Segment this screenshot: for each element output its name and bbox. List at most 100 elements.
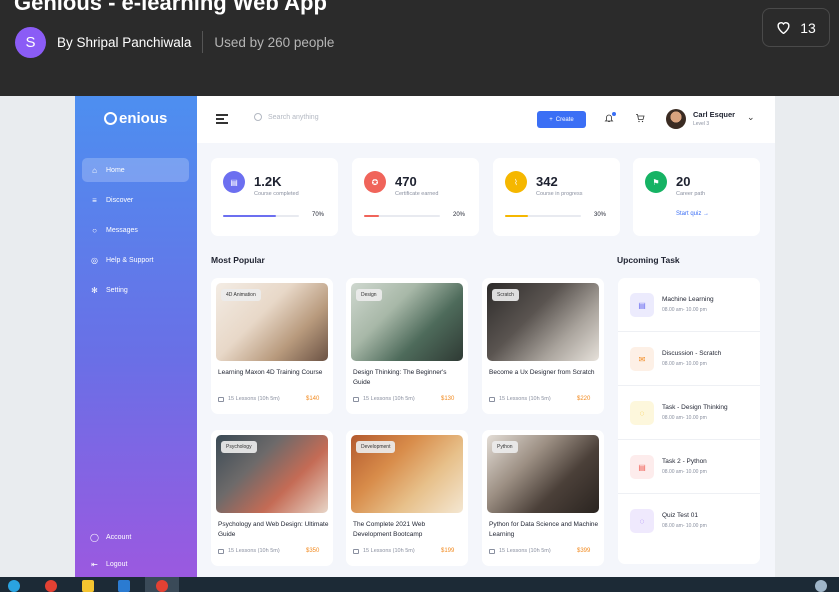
user-avatar[interactable] — [666, 109, 686, 129]
stat-card-in-progress: ⌇ 342 Course in progress 30% — [493, 158, 620, 236]
task-item[interactable]: ◌ Task - Design Thinking 08.00 am- 10.00… — [618, 386, 760, 440]
lessons-text: 15 Lessons (10h 5m) — [499, 396, 551, 402]
course-title: Learning Maxon 4D Training Course — [218, 369, 323, 376]
course-tag: Scratch — [492, 289, 519, 301]
chrome-icon[interactable] — [45, 580, 57, 592]
app-logo[interactable]: enious — [104, 110, 167, 127]
task-name: Machine Learning — [662, 296, 714, 303]
os-taskbar — [0, 577, 839, 592]
course-card[interactable]: Design Design Thinking: The Beginner's G… — [346, 278, 468, 414]
app-window: enious ⌂ Home ≡ Discover ○ Messages ◎ He… — [75, 96, 775, 577]
sidebar-item-account[interactable]: ◯ Account — [82, 525, 189, 549]
course-image: Python — [487, 435, 599, 513]
stat-label: Career path — [676, 191, 706, 197]
user-icon: ◯ — [90, 532, 99, 542]
task-name: Quiz Test 01 — [662, 512, 699, 519]
author-avatar[interactable]: S — [15, 26, 46, 58]
progress-bar — [505, 215, 581, 217]
flag-icon: ⚑ — [645, 171, 667, 193]
author-name[interactable]: By Shripal Panchiwala — [57, 35, 191, 50]
course-image: Scratch — [487, 283, 599, 361]
mail-icon: ✉ — [630, 347, 654, 371]
stat-card-certificates: ✪ 470 Certificate earned 20% — [352, 158, 479, 236]
course-price: $140 — [306, 396, 320, 402]
chevron-down-icon[interactable]: ⌄ — [747, 112, 755, 123]
course-lessons: 15 Lessons (10h 5m) — [218, 396, 280, 402]
trend-icon: ⌇ — [505, 171, 527, 193]
stat-value: 20 — [676, 174, 691, 189]
list-icon: ≡ — [92, 195, 97, 205]
task-time: 08.00 am- 10.00 pm — [662, 523, 707, 529]
sidebar-item-label: Setting — [106, 286, 128, 294]
stat-label: Course completed — [254, 191, 299, 197]
progress-percent: 20% — [453, 212, 466, 218]
search-placeholder: Search anything — [268, 113, 319, 121]
chrome-active-icon[interactable] — [156, 580, 168, 592]
task-time: 08.00 am- 10.00 pm — [662, 469, 707, 475]
course-tag: Design — [356, 289, 382, 301]
stat-value: 342 — [536, 174, 558, 189]
task-item[interactable]: ✉ Discussion - Scratch 08.00 am- 10.00 p… — [618, 332, 760, 386]
home-icon: ⌂ — [92, 165, 97, 175]
search-input[interactable]: Search anything — [254, 113, 319, 121]
like-count: 13 — [800, 19, 816, 36]
task-time: 08.00 am- 10.00 pm — [662, 415, 707, 421]
sidebar-item-logout[interactable]: ⇤ Logout — [82, 552, 189, 576]
course-image: Design — [351, 283, 463, 361]
task-item[interactable]: ◌ Quiz Test 01 08.00 am- 10.00 pm — [618, 494, 760, 548]
author-divider — [202, 31, 204, 53]
sidebar-item-help[interactable]: ◎ Help & Support — [82, 248, 189, 272]
menu-toggle-icon[interactable] — [216, 114, 228, 126]
course-card[interactable]: Development The Complete 2021 Web Develo… — [346, 430, 468, 566]
video-icon — [353, 396, 359, 402]
course-lessons: 15 Lessons (10h 5m) — [489, 548, 551, 554]
course-tag: Psychology — [221, 441, 257, 453]
course-card[interactable]: Scratch Become a Ux Designer from Scratc… — [482, 278, 604, 414]
course-price: $199 — [441, 548, 455, 554]
user-name[interactable]: Carl Esquer — [693, 110, 735, 119]
task-time: 08.00 am- 10.00 pm — [662, 361, 707, 367]
task-name: Task - Design Thinking — [662, 404, 728, 411]
weather-icon[interactable] — [815, 580, 827, 592]
telegram-icon[interactable] — [8, 580, 20, 592]
cart-button[interactable] — [635, 113, 645, 126]
sidebar-item-label: Discover — [106, 196, 134, 204]
course-title: Design Thinking: The Beginner's Guide — [353, 369, 447, 386]
notification-dot — [612, 112, 616, 116]
create-button[interactable]: + Create — [537, 111, 586, 128]
lessons-text: 15 Lessons (10h 5m) — [363, 396, 415, 402]
like-button[interactable]: 13 — [762, 8, 830, 47]
progress-bar — [364, 215, 440, 217]
topbar: Search anything + Create Carl Esquer Lev… — [197, 96, 775, 143]
start-quiz-link[interactable]: Start quiz → — [676, 211, 709, 217]
sidebar-item-setting[interactable]: ✻ Setting — [82, 278, 189, 302]
course-card[interactable]: Python Python for Data Science and Machi… — [482, 430, 604, 566]
chat-icon: ○ — [92, 225, 97, 235]
progress-percent: 30% — [594, 212, 607, 218]
course-card[interactable]: 4D Animation Learning Maxon 4D Training … — [211, 278, 333, 414]
progress-fill — [364, 215, 380, 217]
notification-button[interactable] — [604, 112, 616, 126]
lightbulb-icon: ◌ — [630, 401, 654, 425]
task-item[interactable]: ▤ Machine Learning 08.00 am- 10.00 pm — [618, 278, 760, 332]
sidebar-item-messages[interactable]: ○ Messages — [82, 218, 189, 242]
sidebar-item-home[interactable]: ⌂ Home — [82, 158, 189, 182]
course-price: $220 — [577, 396, 591, 402]
sidebar-item-label: Help & Support — [106, 256, 154, 264]
task-item[interactable]: ▤ Task 2 - Python 08.00 am- 10.00 pm — [618, 440, 760, 494]
folder-icon[interactable] — [82, 580, 94, 592]
course-title: Psychology and Web Design: Ultimate Guid… — [218, 521, 329, 538]
gear-icon: ✻ — [91, 285, 98, 295]
course-lessons: 15 Lessons (10h 5m) — [218, 548, 280, 554]
shot-title: Genious - e-learning Web App — [14, 0, 327, 15]
stat-card-courses: ▤ 1.2K Course completed 70% — [211, 158, 338, 236]
vscode-icon[interactable] — [118, 580, 130, 592]
logo-mark-icon — [104, 112, 117, 125]
course-card[interactable]: Psychology Psychology and Web Design: Ul… — [211, 430, 333, 566]
sidebar-item-label: Messages — [106, 226, 138, 234]
course-price: $130 — [441, 396, 455, 402]
stat-label: Certificate earned — [395, 191, 439, 197]
course-image: Development — [351, 435, 463, 513]
lessons-text: 15 Lessons (10h 5m) — [499, 548, 551, 554]
sidebar-item-discover[interactable]: ≡ Discover — [82, 188, 189, 212]
